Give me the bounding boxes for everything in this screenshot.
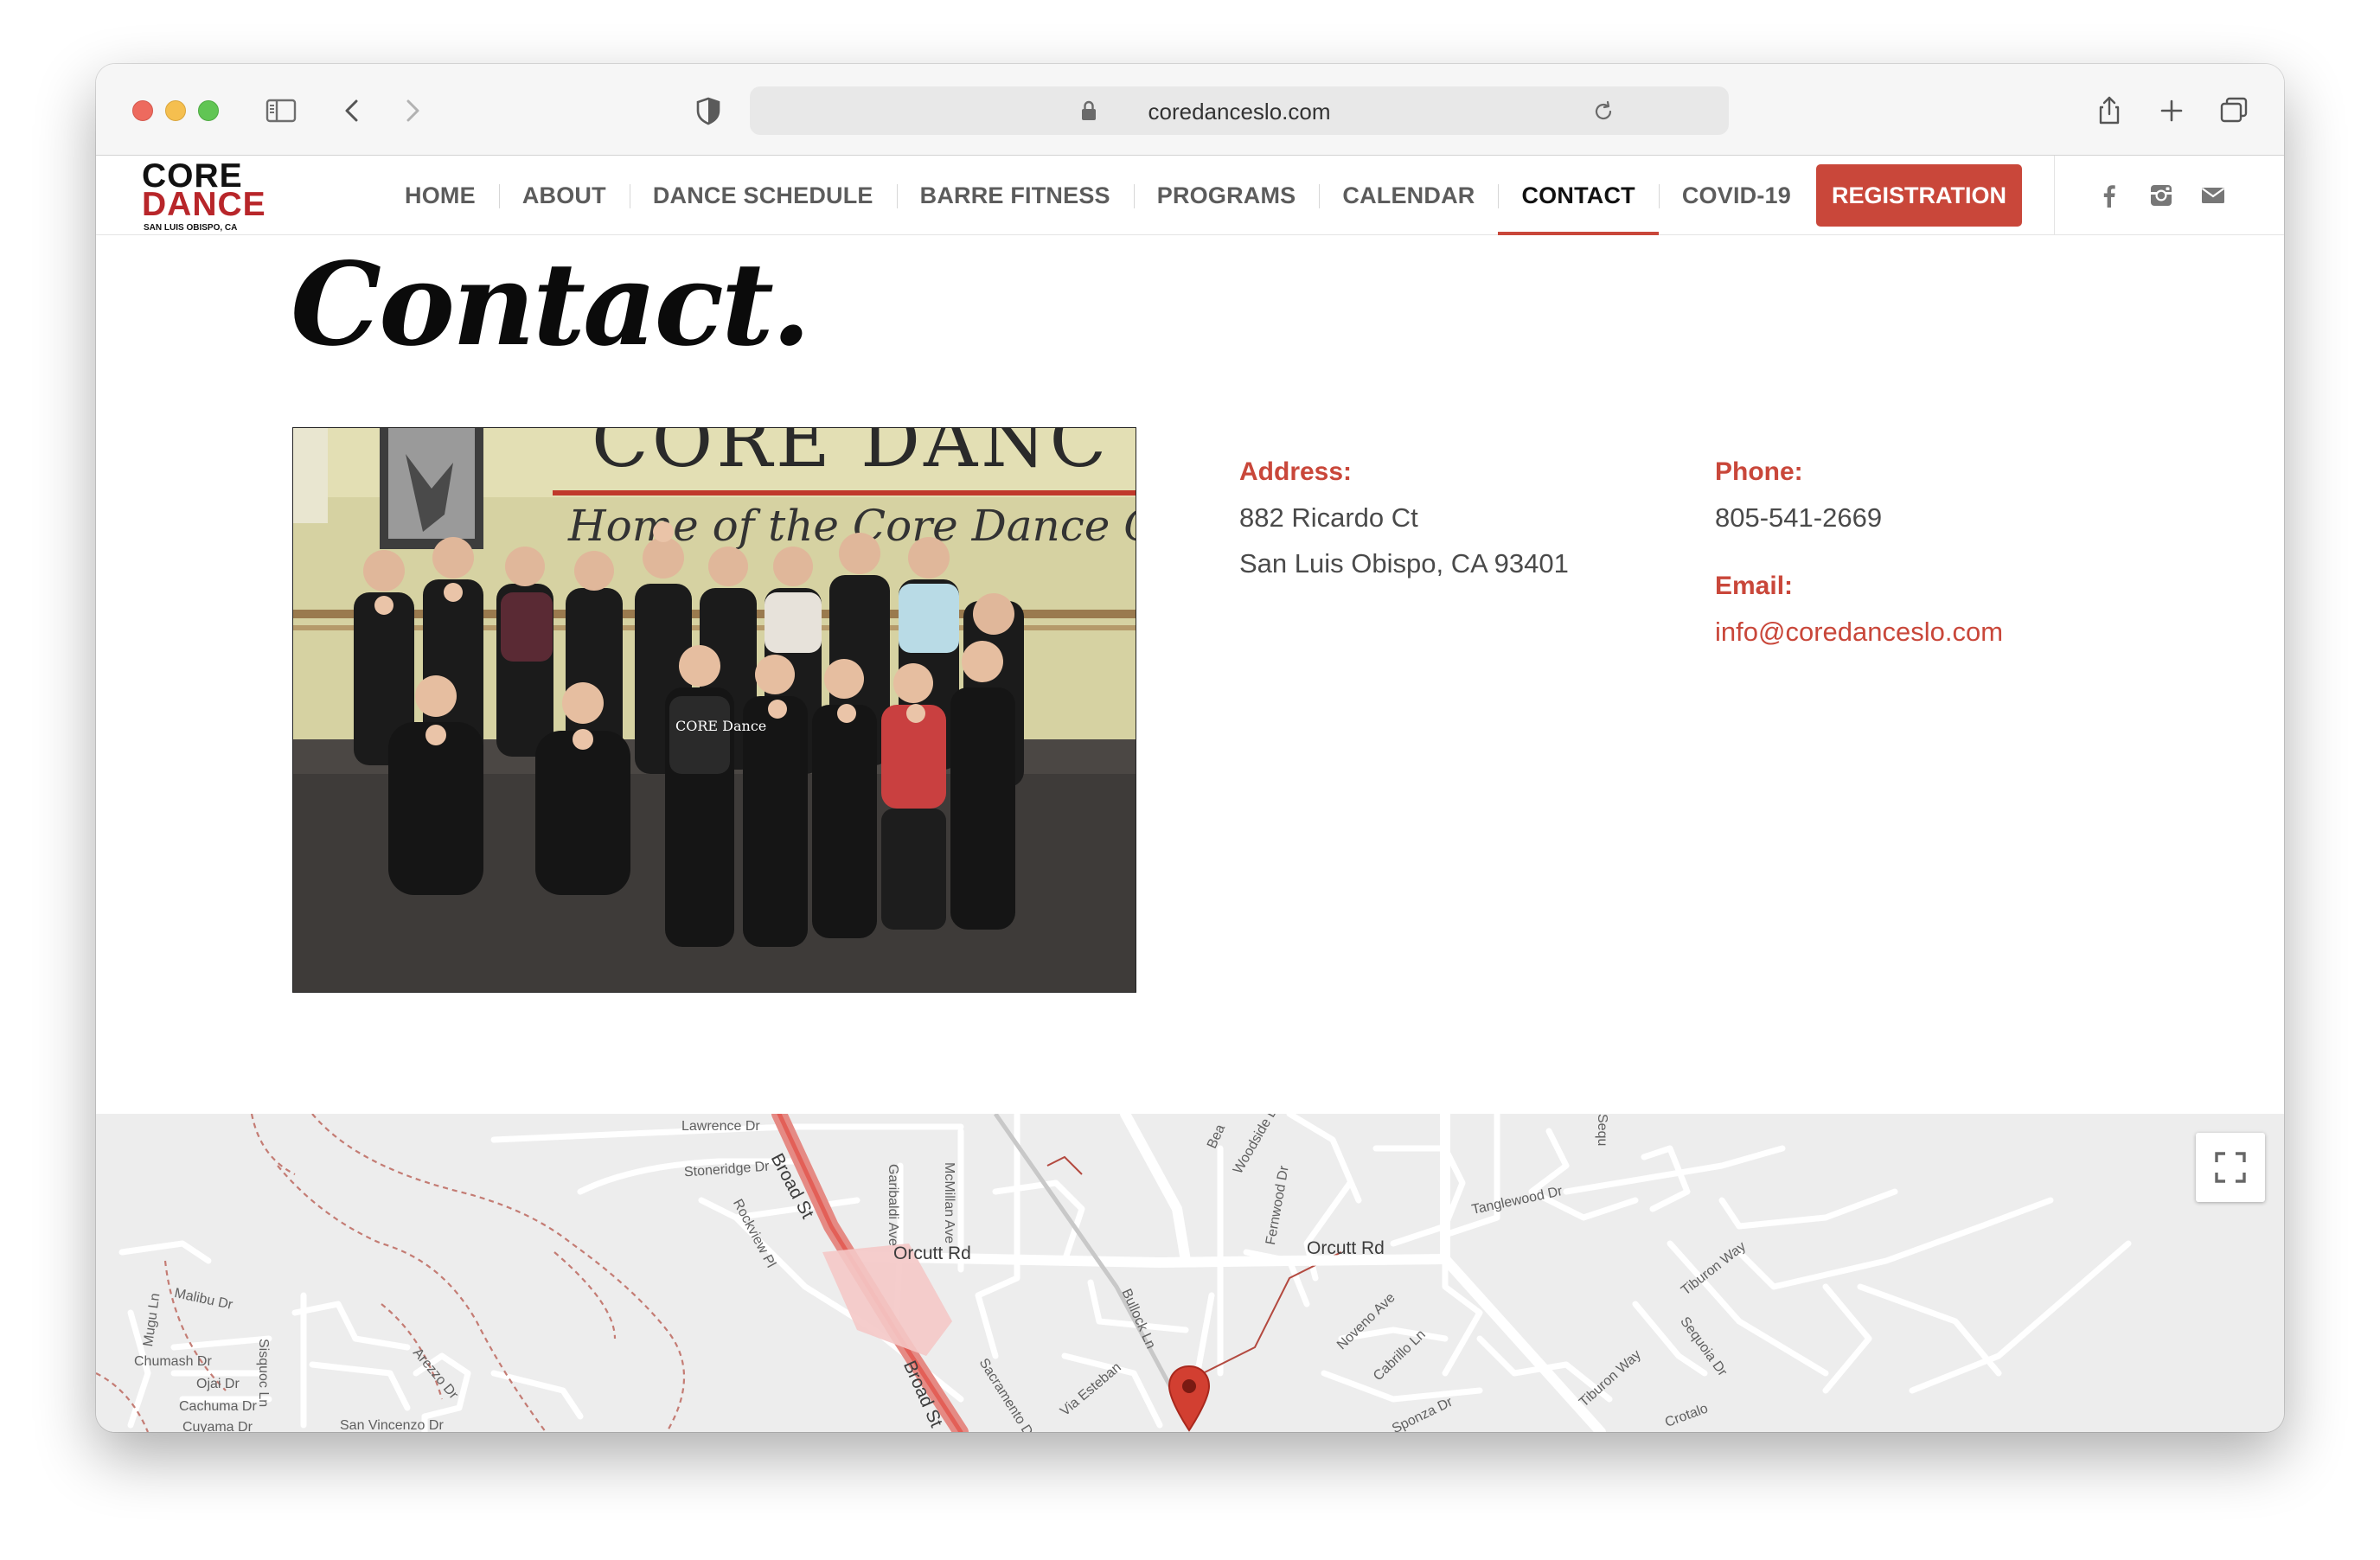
reload-icon[interactable] — [1590, 99, 1616, 125]
map-label-garibaldi-ave: Garibaldi Ave — [886, 1164, 900, 1246]
zoom-window-button[interactable] — [198, 100, 219, 121]
map-label-orcutt-rd-west: Orcutt Rd — [893, 1244, 971, 1263]
back-icon[interactable] — [335, 93, 369, 128]
fullscreen-icon — [2215, 1152, 2246, 1183]
social-divider — [2054, 156, 2055, 235]
registration-button[interactable]: REGISTRATION — [1816, 164, 2022, 227]
minimize-window-button[interactable] — [165, 100, 186, 121]
location-map[interactable]: Lawrence Dr Broad St Stoneridge Dr Rockv… — [96, 1114, 2284, 1432]
address-line2: San Luis Obispo, CA 93401 — [1239, 548, 1569, 579]
site-logo[interactable]: CORE DANCE SAN LUIS OBISPO, CA — [142, 159, 266, 233]
map-label-lawrence-dr: Lawrence Dr — [681, 1119, 760, 1134]
privacy-shield-icon[interactable] — [691, 93, 726, 128]
nav-home[interactable]: HOME — [381, 156, 499, 235]
logo-tagline: SAN LUIS OBISPO, CA — [144, 223, 238, 233]
facebook-icon[interactable] — [2095, 182, 2123, 209]
email-label: Email: — [1715, 572, 1794, 600]
close-window-button[interactable] — [132, 100, 153, 121]
share-icon[interactable] — [2092, 93, 2127, 128]
nav-contact[interactable]: CONTACT — [1498, 156, 1660, 235]
mail-icon[interactable] — [2199, 182, 2227, 209]
instagram-icon[interactable] — [2147, 182, 2175, 209]
map-label-cuyama-dr: Cuyama Dr — [182, 1420, 253, 1432]
nav-barre-fitness[interactable]: BARRE FITNESS — [896, 156, 1134, 235]
nav-dance-schedule[interactable]: DANCE SCHEDULE — [629, 156, 897, 235]
map-label-ojai-dr: Ojai Dr — [196, 1377, 240, 1391]
nav-covid-19[interactable]: COVID-19 — [1658, 156, 1814, 235]
map-label-cachuma-dr: Cachuma Dr — [179, 1399, 257, 1414]
photo-sign-line1: CORE DANC — [592, 428, 1110, 484]
map-label-sisquoc-ln: Sisquoc Ln — [256, 1339, 271, 1408]
logo-dance-text: DANCE — [142, 186, 266, 223]
map-label-sequ: Sequ — [1595, 1114, 1609, 1147]
sidebar-toggle-icon[interactable] — [264, 93, 298, 128]
map-label-san-vincenzo-dr: San Vincenzo Dr — [340, 1418, 444, 1432]
group-photo-illustration: CORE DANC Home of the Core Dance Com — [293, 428, 1136, 992]
page-title: Contact. — [291, 238, 811, 372]
forward-icon[interactable] — [395, 93, 430, 128]
map-label-orcutt-rd-east: Orcutt Rd — [1307, 1238, 1385, 1258]
map-location-pin-icon[interactable] — [1167, 1365, 1212, 1432]
email-link[interactable]: info@coredanceslo.com — [1715, 617, 2003, 648]
address-line1: 882 Ricardo Ct — [1239, 502, 1418, 533]
address-bar[interactable]: coredanceslo.com — [750, 86, 1729, 135]
map-label-chumash-dr: Chumash Dr — [134, 1354, 212, 1369]
tab-overview-icon[interactable] — [2217, 93, 2251, 128]
studio-group-photo: CORE DANC Home of the Core Dance Com — [292, 427, 1136, 993]
phone-number[interactable]: 805-541-2669 — [1715, 502, 1882, 534]
nav-calendar[interactable]: CALENDAR — [1319, 156, 1498, 235]
map-fullscreen-button[interactable] — [2196, 1133, 2265, 1202]
browser-window: coredanceslo.com CORE DANCE SAN LUIS OBI… — [96, 64, 2284, 1432]
lock-icon — [1082, 100, 1096, 120]
phone-label: Phone: — [1715, 457, 1803, 486]
main-nav: HOME ABOUT DANCE SCHEDULE BARRE FITNESS … — [381, 156, 2022, 235]
nav-programs[interactable]: PROGRAMS — [1133, 156, 1320, 235]
browser-toolbar: coredanceslo.com — [96, 64, 2284, 156]
map-label-mcmillan-ave: McMillan Ave — [942, 1162, 956, 1244]
nav-about[interactable]: ABOUT — [498, 156, 630, 235]
address-label: Address: — [1239, 457, 1353, 486]
url-text: coredanceslo.com — [1148, 99, 1331, 125]
photo-shirt-text: CORE Dance — [675, 718, 766, 734]
site-header: CORE DANCE SAN LUIS OBISPO, CA HOME ABOU… — [96, 156, 2284, 235]
new-tab-icon[interactable] — [2154, 93, 2189, 128]
